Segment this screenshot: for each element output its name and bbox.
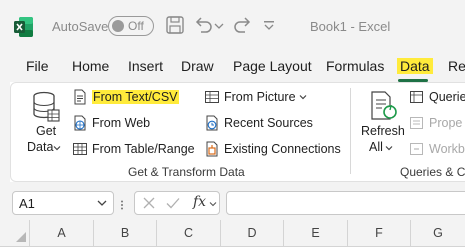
column-header-d[interactable]: D (221, 220, 284, 247)
existing-connections-button[interactable]: Existing Connections (204, 140, 341, 158)
group-get-transform-label: Get & Transform Data (128, 165, 245, 179)
workbook-links-button[interactable]: Workbo (409, 140, 465, 158)
properties-label: Prope (429, 116, 463, 130)
refresh-all-label[interactable]: Refresh (361, 124, 405, 138)
tab-home[interactable]: Home (72, 58, 109, 74)
from-table-range-label: From Table/Range (92, 142, 195, 156)
tab-review[interactable]: Revi (448, 58, 465, 74)
ribbon-margin (0, 82, 10, 182)
more-options-icon[interactable] (120, 200, 124, 210)
formula-buttons: fx (134, 191, 220, 215)
column-header-a[interactable]: A (30, 220, 94, 247)
toggle-knob (112, 20, 124, 32)
properties-button[interactable]: Prope (409, 114, 462, 132)
recent-sources-label: Recent Sources (224, 116, 313, 130)
queries-label: Querie (429, 90, 465, 104)
connections-icon (206, 141, 218, 157)
tab-page-layout[interactable]: Page Layout (233, 58, 312, 74)
ribbon-gap (0, 182, 465, 190)
cancel-icon[interactable] (141, 195, 157, 211)
column-header-e[interactable]: E (284, 220, 348, 247)
autosave-label: AutoSave (52, 19, 109, 34)
redo-icon[interactable] (232, 14, 254, 36)
tab-file[interactable]: File (26, 58, 49, 74)
from-text-csv-label: From Text/CSV (92, 90, 179, 104)
column-header-b[interactable]: B (94, 220, 157, 247)
from-picture-label: From Picture (224, 90, 296, 104)
group-queries-label: Queries & Co (400, 165, 465, 179)
from-table-range-button[interactable]: From Table/Range (72, 140, 195, 158)
select-all-triangle-icon (16, 232, 26, 242)
tab-draw[interactable]: Draw (181, 58, 214, 74)
fx-chevron-icon[interactable] (209, 200, 217, 208)
queries-icon (410, 91, 423, 103)
formula-input[interactable] (226, 191, 465, 215)
undo-icon[interactable] (192, 14, 214, 36)
name-box-chevron-icon[interactable] (97, 198, 107, 208)
save-icon[interactable] (164, 14, 186, 36)
recent-sources-button[interactable]: Recent Sources (204, 114, 313, 132)
name-box[interactable]: A1 (12, 191, 114, 215)
web-page-icon (74, 115, 86, 131)
from-web-button[interactable]: From Web (72, 114, 150, 132)
name-box-value: A1 (19, 196, 35, 211)
from-web-label: From Web (92, 116, 151, 130)
enter-check-icon[interactable] (165, 195, 181, 211)
existing-connections-label: Existing Connections (224, 142, 341, 156)
refresh-chevron-icon[interactable] (385, 144, 393, 152)
excel-app-icon (14, 17, 33, 37)
clock-icon (206, 115, 218, 131)
refresh-icon[interactable] (367, 90, 399, 122)
picture-icon (205, 91, 219, 103)
get-data-chevron-icon[interactable] (53, 144, 61, 152)
ribbon-tabs: File Home Insert Draw Page Layout Formul… (0, 50, 465, 82)
autosave-toggle[interactable]: Off (108, 16, 154, 36)
autosave-state: Off (128, 19, 144, 33)
from-text-csv-button[interactable]: From Text/CSV (72, 88, 179, 106)
tab-data[interactable]: Data (397, 58, 433, 74)
insert-function-button[interactable]: fx (193, 194, 206, 210)
customize-toolbar-icon[interactable] (262, 14, 276, 36)
get-data-label-2[interactable]: Data (27, 140, 53, 154)
database-icon[interactable] (30, 90, 60, 122)
undo-dropdown-icon[interactable] (213, 14, 225, 36)
column-header-f[interactable]: F (348, 220, 411, 247)
queries-connections-button[interactable]: Querie (409, 88, 465, 106)
get-data-label[interactable]: Get (36, 124, 56, 138)
workbook-links-icon (410, 143, 423, 155)
text-file-icon (74, 89, 86, 105)
title-bar: AutoSave Off Book1 - Excel (0, 0, 465, 50)
from-picture-chevron-icon (299, 95, 306, 100)
column-header-c[interactable]: C (157, 220, 221, 247)
workbook-links-label: Workbo (429, 142, 465, 156)
column-header-g[interactable]: G (411, 220, 465, 247)
document-title: Book1 - Excel (310, 19, 391, 34)
tab-formulas[interactable]: Formulas (326, 58, 384, 74)
properties-icon (410, 117, 423, 129)
tab-insert[interactable]: Insert (128, 58, 163, 74)
table-icon (73, 143, 87, 155)
refresh-all-label-2[interactable]: All (369, 140, 383, 154)
from-picture-button[interactable]: From Picture (204, 88, 307, 106)
group-separator (350, 88, 351, 174)
